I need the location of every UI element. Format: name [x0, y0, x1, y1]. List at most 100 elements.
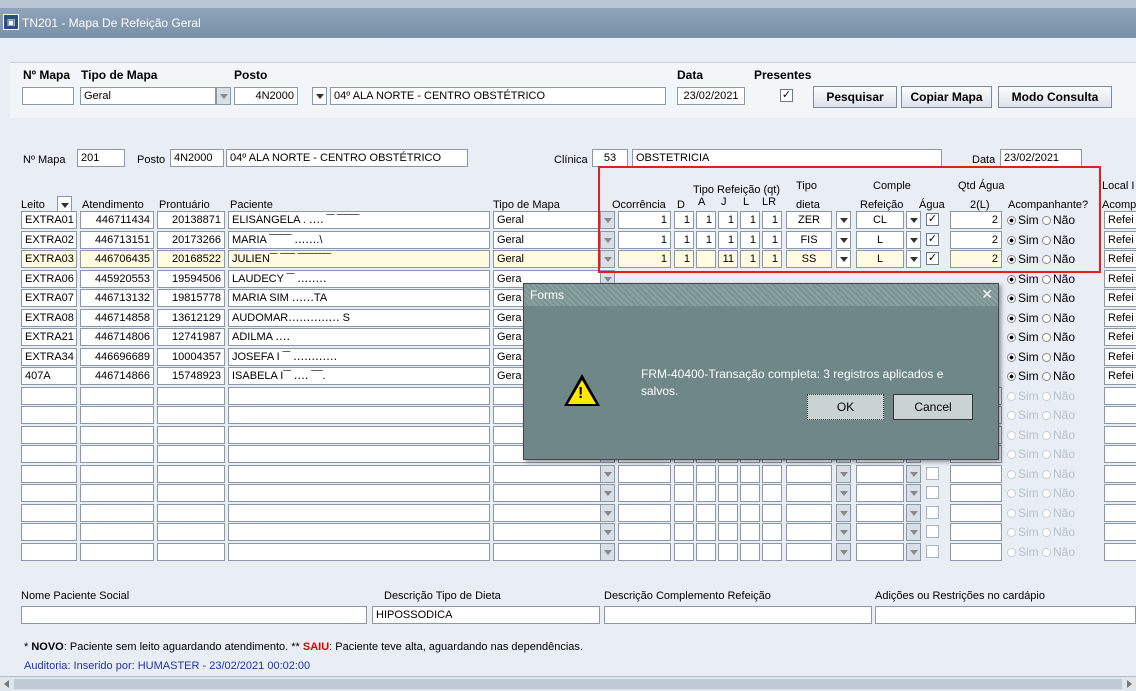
table-cell-prontuario[interactable] [157, 484, 225, 502]
table-cell-prontuario[interactable] [157, 523, 225, 541]
table-cell-atendimento[interactable] [80, 484, 154, 502]
table-cell-qtd-agua[interactable] [950, 523, 1002, 541]
table-cell-ocorrencia[interactable] [618, 465, 671, 483]
table-cell-a[interactable] [696, 504, 716, 522]
table-cell-local[interactable]: Refei [1104, 367, 1136, 385]
table-cell-leito[interactable] [21, 543, 77, 561]
table-cell-local[interactable] [1104, 465, 1136, 483]
table-cell-atendimento[interactable] [80, 387, 154, 405]
table-cell-qtd-agua[interactable] [950, 465, 1002, 483]
table-cell-atendimento[interactable]: 446706435 [80, 250, 154, 268]
radio-nao[interactable] [1042, 353, 1052, 362]
radio-nao[interactable] [1042, 411, 1052, 420]
adicoes-input[interactable] [875, 606, 1136, 624]
search-tipo-select[interactable]: Geral [80, 87, 216, 105]
table-cell-leito[interactable]: EXTRA02 [21, 231, 77, 249]
radio-nao[interactable] [1042, 489, 1052, 498]
tipo-mapa-dropdown[interactable] [600, 523, 615, 541]
agua-checkbox[interactable] [926, 525, 939, 538]
table-cell-local[interactable] [1104, 387, 1136, 405]
table-cell-paciente[interactable]: MARIA SIM ‥‥‥TA [228, 289, 490, 307]
agua-checkbox[interactable] [926, 486, 939, 499]
table-cell-tipo-mapa[interactable]: Geral [493, 211, 601, 229]
agua-checkbox[interactable] [926, 467, 939, 480]
table-cell-leito[interactable]: EXTRA34 [21, 348, 77, 366]
radio-sim[interactable] [1007, 548, 1016, 557]
table-cell-local[interactable] [1104, 445, 1136, 463]
dieta-dropdown[interactable] [836, 523, 851, 541]
table-cell-l[interactable] [740, 465, 760, 483]
table-cell-l[interactable] [740, 504, 760, 522]
table-cell-local[interactable]: Refei [1104, 309, 1136, 327]
table-cell-prontuario[interactable]: 12741987 [157, 328, 225, 346]
acompanhante-radio-group[interactable]: Sim Não [1007, 486, 1075, 500]
table-cell-atendimento[interactable]: 446714858 [80, 309, 154, 327]
table-cell-l[interactable] [740, 484, 760, 502]
comple-dropdown[interactable] [906, 523, 921, 541]
scroll-right-icon[interactable] [1127, 680, 1132, 688]
acompanhante-radio-group[interactable]: Sim Não [1007, 467, 1075, 481]
table-cell-atendimento[interactable] [80, 445, 154, 463]
table-cell-paciente[interactable] [228, 445, 490, 463]
table-cell-dieta[interactable] [786, 484, 832, 502]
table-cell-paciente[interactable]: JOSEFA I ‾‾ ‥‥‥‥‥‥ [228, 348, 490, 366]
table-cell-tipo-mapa[interactable]: Geral [493, 250, 601, 268]
table-cell-paciente[interactable]: JULIEN‾‾ ‾‾‾‾ ‾‾‾‾‾‾‾‾‾ [228, 250, 490, 268]
table-cell-a[interactable] [696, 523, 716, 541]
radio-sim[interactable] [1007, 450, 1016, 459]
comple-dropdown[interactable] [906, 543, 921, 561]
table-cell-j[interactable] [718, 465, 738, 483]
table-cell-paciente[interactable]: ADILMA ‥‥ [228, 328, 490, 346]
table-cell-prontuario[interactable]: 20173266 [157, 231, 225, 249]
table-cell-local[interactable]: Refei [1104, 348, 1136, 366]
table-cell-tipo-mapa[interactable] [493, 543, 601, 561]
search-mapa-input[interactable] [22, 87, 74, 105]
leito-sort-dropdown[interactable] [57, 196, 72, 212]
table-cell-atendimento[interactable] [80, 523, 154, 541]
search-posto-code[interactable]: 4N2000 [234, 87, 298, 105]
table-cell-paciente[interactable]: MARIA ‾‾‾‾‾‾ ‥‥‥.\ [228, 231, 490, 249]
table-cell-local[interactable] [1104, 543, 1136, 561]
table-cell-local[interactable] [1104, 484, 1136, 502]
copiar-mapa-button[interactable]: Copiar Mapa [901, 86, 992, 108]
table-cell-paciente[interactable] [228, 523, 490, 541]
dieta-dropdown[interactable] [836, 484, 851, 502]
radio-sim[interactable] [1007, 294, 1016, 303]
table-cell-local[interactable]: Refei [1104, 289, 1136, 307]
table-cell-leito[interactable]: EXTRA06 [21, 270, 77, 288]
table-cell-prontuario[interactable] [157, 406, 225, 424]
table-cell-atendimento[interactable]: 446714806 [80, 328, 154, 346]
table-cell-leito[interactable] [21, 426, 77, 444]
dieta-dropdown[interactable] [836, 504, 851, 522]
table-cell-local[interactable]: Refei [1104, 231, 1136, 249]
acompanhante-radio-group[interactable]: Sim Não [1007, 311, 1075, 325]
table-cell-prontuario[interactable]: 20168522 [157, 250, 225, 268]
table-cell-lr[interactable] [762, 484, 782, 502]
table-cell-leito[interactable]: EXTRA08 [21, 309, 77, 327]
radio-nao[interactable] [1042, 450, 1052, 459]
horizontal-scrollbar[interactable] [0, 676, 1136, 691]
table-cell-prontuario[interactable] [157, 543, 225, 561]
agua-checkbox[interactable] [926, 506, 939, 519]
table-cell-atendimento[interactable] [80, 406, 154, 424]
table-cell-paciente[interactable] [228, 387, 490, 405]
scroll-thumb[interactable] [14, 679, 1122, 689]
table-cell-prontuario[interactable] [157, 426, 225, 444]
table-cell-ocorrencia[interactable] [618, 523, 671, 541]
table-cell-local[interactable] [1104, 406, 1136, 424]
table-cell-prontuario[interactable] [157, 387, 225, 405]
table-cell-atendimento[interactable] [80, 504, 154, 522]
table-cell-dieta[interactable] [786, 504, 832, 522]
table-cell-leito[interactable]: 407A [21, 367, 77, 385]
tipo-mapa-dropdown[interactable] [600, 465, 615, 483]
table-cell-leito[interactable]: EXTRA01 [21, 211, 77, 229]
table-cell-comple[interactable] [856, 484, 904, 502]
table-cell-atendimento[interactable]: 446714866 [80, 367, 154, 385]
table-cell-dieta[interactable] [786, 465, 832, 483]
table-cell-prontuario[interactable] [157, 504, 225, 522]
table-cell-comple[interactable] [856, 504, 904, 522]
table-cell-dieta[interactable] [786, 543, 832, 561]
table-cell-paciente[interactable]: ISABELA I‾‾ ‥‥ ‾‾‾. [228, 367, 490, 385]
agua-checkbox[interactable] [926, 545, 939, 558]
acompanhante-radio-group[interactable]: Sim Não [1007, 272, 1075, 286]
